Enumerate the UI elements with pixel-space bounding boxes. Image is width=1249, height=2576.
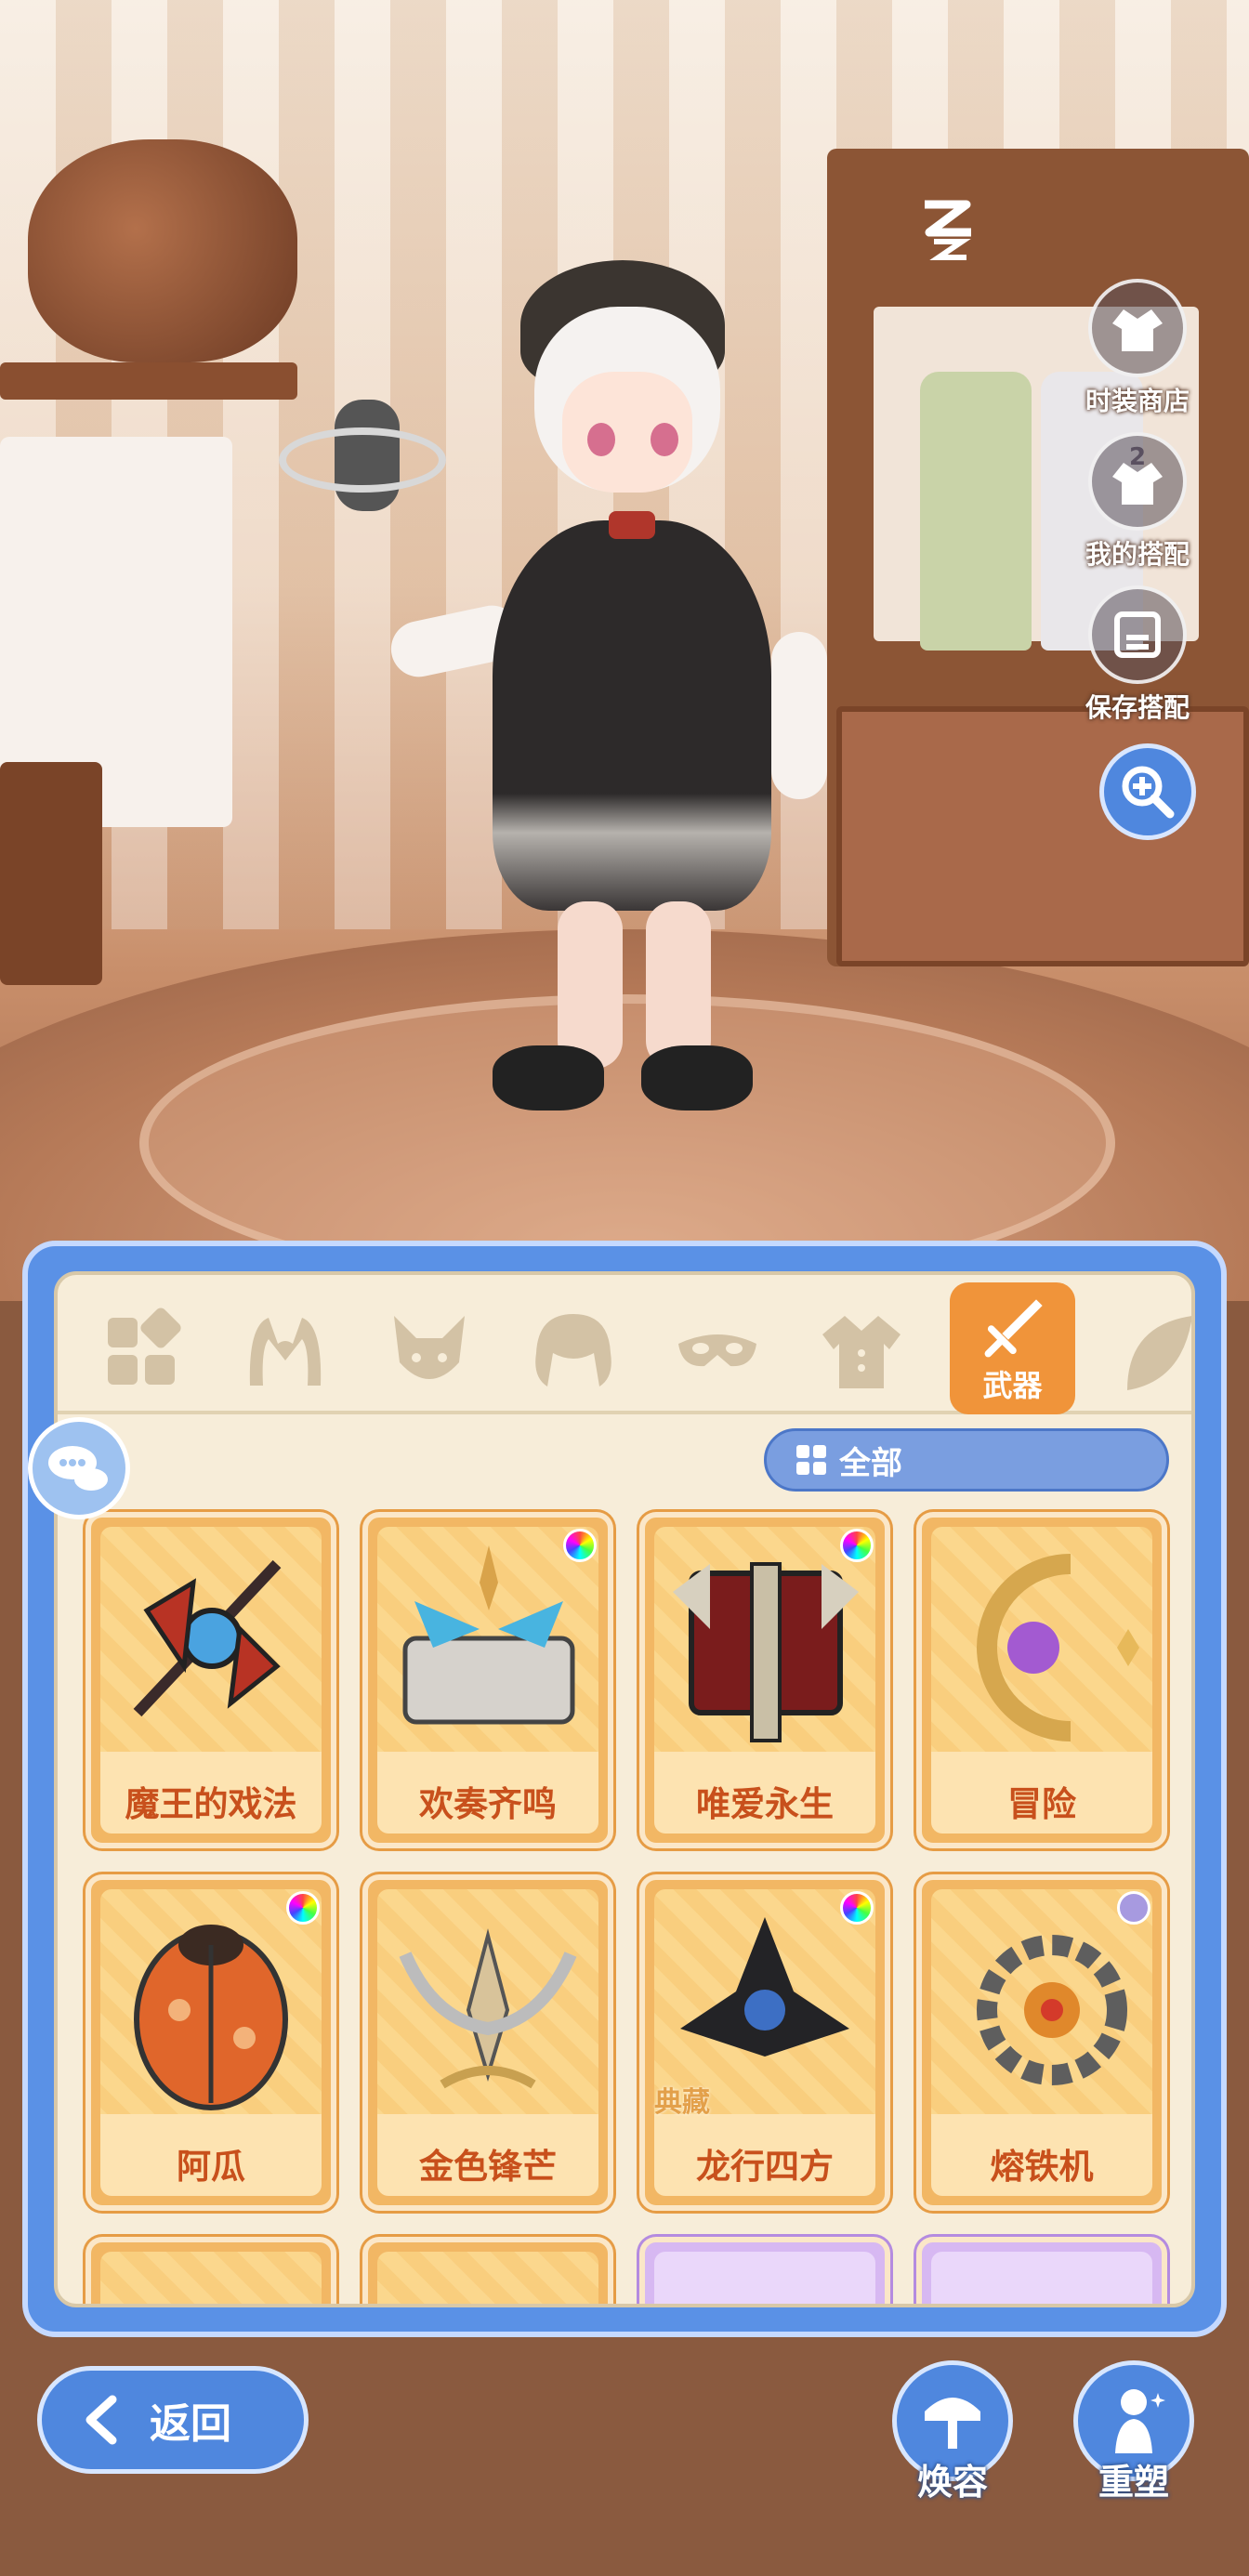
hanger-shirt-icon [1088,279,1187,377]
character-arm-right [771,632,827,799]
sleep-z-icon [925,200,971,260]
item-card[interactable]: 典藏 龙行四方 [639,1874,890,2211]
item-card[interactable]: 唯爱永生 [639,1512,890,1848]
item-name: 金色锋芒 [419,2147,557,2187]
character-eye-left [587,423,615,456]
equipped-weapon [279,390,446,530]
dye-rainbow-icon [286,1891,320,1925]
magnifier-plus-icon [1122,766,1175,819]
item-card[interactable]: 金色锋芒 [362,1874,613,2211]
wardrobe-drawer [836,706,1249,966]
tab-all-category[interactable] [85,1295,197,1407]
tab-weapon-label: 武器 [982,1368,1043,1403]
face-icon [394,1316,465,1379]
item-name: 魔王的戏法 [125,1784,297,1824]
character-eye-right [651,423,678,456]
item-name: 冒险 [1007,1784,1076,1824]
item-card[interactable] [362,2237,613,2304]
item-art [100,1889,322,2131]
category-tab-bar: 武器 [58,1275,1191,1414]
dye-plain-icon [1117,1891,1150,1925]
shirt-icon [822,1316,901,1388]
hanging-dress-green [920,372,1032,651]
back-button[interactable]: 返回 [37,2366,309,2474]
cat-ears-icon [249,1318,322,1386]
outfit-icon: 2 [1088,432,1187,531]
mask-icon [678,1334,756,1367]
item-name: 欢奏齐鸣 [419,1784,557,1824]
face-change-label: 焕容 [916,2462,988,2503]
chat-bubble-icon [48,1446,108,1491]
item-art [100,1527,322,1768]
tab-face[interactable] [374,1295,485,1407]
stool [0,762,102,985]
dye-rainbow-icon [840,1891,874,1925]
reshape-button[interactable]: 重塑 [1069,2360,1199,2504]
item-card[interactable] [916,2237,1167,2304]
my-outfits-button[interactable]: 2 我的搭配 [1045,432,1230,572]
my-outfits-badge: 2 [1128,443,1147,471]
tab-headwear[interactable] [230,1295,341,1407]
back-label: 返回 [150,2400,231,2448]
character-leg-left [558,901,623,1069]
dye-rainbow-icon [840,1529,874,1562]
tab-mask[interactable] [662,1295,773,1407]
save-outfit-button[interactable]: 保存搭配 [1045,585,1230,725]
tab-weapon[interactable]: 武器 [950,1282,1075,1414]
shelf [0,362,297,400]
item-card[interactable] [85,2237,336,2304]
item-art [377,1889,598,2131]
tab-more[interactable] [1108,1295,1191,1407]
character-shoe-right [641,1045,753,1111]
collection-tag: 典藏 [654,2086,710,2119]
item-name: 唯爱永生 [696,1784,834,1824]
save-disk-icon [1088,585,1187,684]
grid-icon [108,1308,181,1385]
wardrobe-panel: 武器 全部 魔王的戏法 欢奏齐鸣 唯爱永生 冒险 阿瓜 金色锋芒 典藏 龙行四方… [54,1271,1195,2307]
item-card[interactable]: 欢奏齐鸣 [362,1512,613,1848]
reshape-label: 重塑 [1098,2462,1169,2503]
item-name: 熔铁机 [990,2147,1094,2187]
sword-icon [984,1299,1043,1358]
item-card[interactable]: 冒险 [916,1512,1167,1848]
character-leg-right [646,901,711,1069]
item-card[interactable]: 阿瓜 [85,1874,336,2211]
item-art [931,1527,1152,1768]
tab-top[interactable] [806,1295,917,1407]
tab-hair[interactable] [518,1295,629,1407]
item-name: 阿瓜 [177,2147,245,2187]
character-bow [609,511,655,539]
item-art [931,1889,1152,2131]
item-card[interactable] [639,2237,890,2304]
character-shoe-left [493,1045,604,1111]
item-card[interactable]: 熔铁机 [916,1874,1167,2211]
save-outfit-label: 保存搭配 [1085,692,1190,723]
player-character[interactable] [279,251,836,1134]
character-dress [493,520,771,911]
leaf-icon [1127,1316,1191,1390]
item-art [377,1527,598,1768]
filter-label: 全部 [839,1444,902,1482]
my-outfits-label: 我的搭配 [1085,539,1190,570]
filter-dropdown[interactable]: 全部 [764,1428,1169,1492]
grid-icon [796,1445,826,1475]
zoom-in-button[interactable] [1099,743,1196,840]
item-name: 龙行四方 [696,2147,834,2187]
fashion-shop-button[interactable]: 时装商店 [1045,279,1230,418]
dye-rainbow-icon [563,1529,597,1562]
chat-button[interactable] [28,1417,130,1519]
back-arrow-icon [85,2395,117,2445]
teapot-decoration [28,139,297,362]
face-change-button[interactable]: 焕容 [887,2360,1018,2504]
item-art [654,1527,875,1768]
hair-icon [535,1314,611,1387]
fashion-shop-label: 时装商店 [1085,386,1190,416]
item-card[interactable]: 魔王的戏法 [85,1512,336,1848]
